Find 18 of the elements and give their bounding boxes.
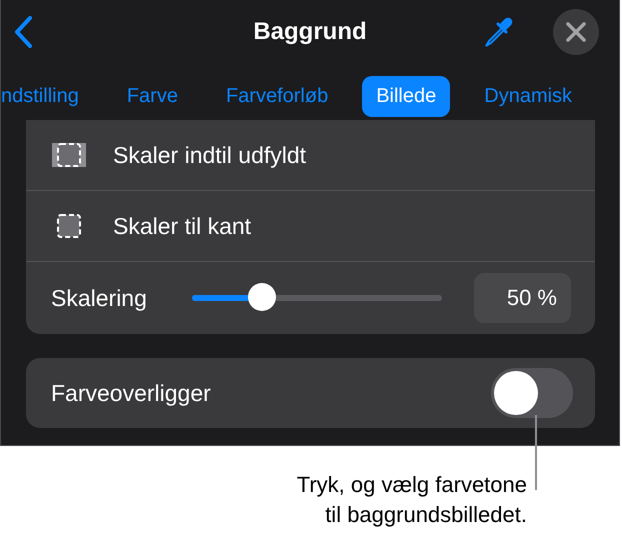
tab[interactable]: Farveforløb [212, 76, 342, 116]
callout-text: Tryk, og vælg farvetone til baggrundsbilledet. [296, 471, 527, 529]
tab[interactable]: ndstilling [1, 76, 93, 116]
option-label[interactable]: Skaler indtil udfyldt [113, 142, 306, 168]
back-icon[interactable] [13, 15, 35, 49]
value-field[interactable]: 50 % [474, 273, 571, 323]
toggle-switch[interactable] [491, 368, 573, 418]
scale-fill-icon [51, 140, 87, 170]
option-label[interactable]: Skaler til kant [113, 212, 252, 240]
close-button[interactable] [553, 9, 599, 55]
overlay-label: Farveoverligger [51, 380, 211, 406]
close-icon [565, 21, 587, 43]
tab[interactable]: Dynamisk [470, 76, 586, 116]
slider-thumb[interactable] [248, 283, 276, 311]
slider-label: Skalering [51, 284, 148, 312]
tab[interactable]: Farve [112, 76, 192, 116]
tab[interactable]: Billede [362, 76, 450, 116]
panel-title: Baggrund [253, 18, 367, 45]
